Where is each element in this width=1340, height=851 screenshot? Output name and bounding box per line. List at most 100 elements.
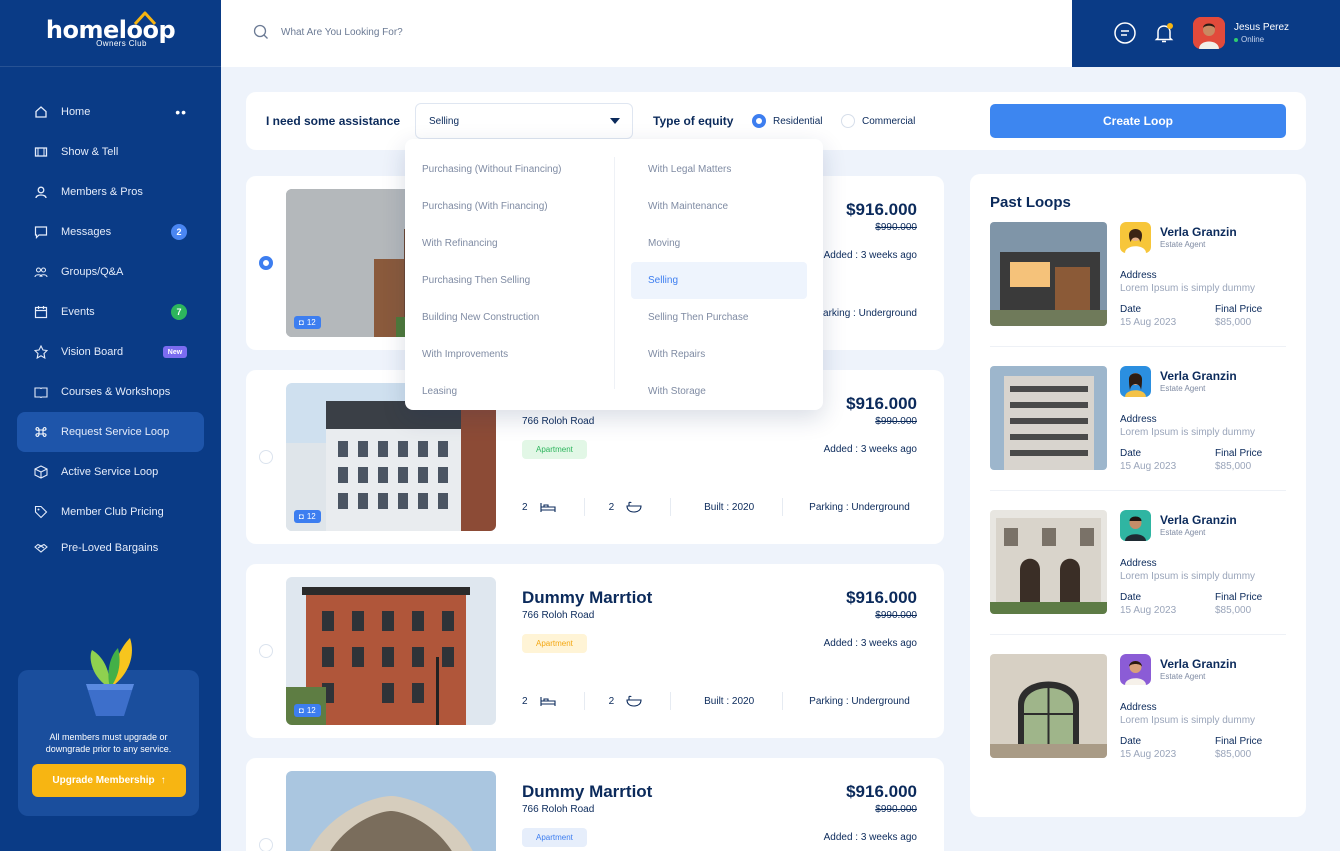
sidebar-item-courses[interactable]: Courses & Workshops bbox=[0, 372, 204, 412]
camera-icon: ◘ bbox=[299, 706, 304, 715]
date-label: Date bbox=[1120, 592, 1142, 603]
sidebar-item-events[interactable]: Events 7 bbox=[0, 292, 204, 332]
sidebar-item-active-service-loop[interactable]: Active Service Loop bbox=[0, 452, 204, 492]
assistance-select[interactable]: Selling bbox=[415, 103, 633, 139]
dropdown-item[interactable]: Purchasing (Without Financing) bbox=[405, 151, 614, 188]
listing-added: Added : 3 weeks ago bbox=[823, 250, 917, 261]
loop-photo[interactable] bbox=[990, 366, 1107, 470]
sidebar-item-home[interactable]: Home •• bbox=[0, 92, 204, 132]
listing-radio[interactable] bbox=[259, 838, 273, 851]
user-icon bbox=[34, 185, 48, 199]
dropdown-item[interactable]: With Maintenance bbox=[631, 188, 807, 225]
user-name[interactable]: Jesus Perez bbox=[1234, 22, 1289, 33]
listing-card[interactable]: Dummy Marrtiot 766 Roloh Road Apartment … bbox=[246, 758, 944, 851]
address-value: Lorem Ipsum is simply dummy bbox=[1120, 283, 1256, 294]
equity-residential-radio[interactable]: Residential bbox=[752, 114, 822, 128]
dropdown-item[interactable]: Purchasing (With Financing) bbox=[405, 188, 614, 225]
agent-role: Estate Agent bbox=[1160, 528, 1206, 537]
upgrade-membership-button[interactable]: Upgrade Membership ↑ bbox=[32, 764, 186, 797]
listing-price: $916.000 bbox=[846, 394, 917, 413]
sidebar-item-groups[interactable]: Groups/Q&A bbox=[0, 252, 204, 292]
agent-name: Verla Granzin bbox=[1160, 513, 1237, 527]
dropdown-item[interactable]: With Storage bbox=[631, 373, 807, 410]
sidebar-item-request-service-loop[interactable]: Request Service Loop bbox=[17, 412, 204, 452]
dropdown-column-right: With Legal Matters With Maintenance Movi… bbox=[631, 151, 807, 410]
assistance-value: Selling bbox=[429, 115, 460, 127]
dropdown-item[interactable]: Purchasing Then Selling bbox=[405, 262, 614, 299]
photo-count: 12 bbox=[306, 512, 316, 521]
sidebar-item-show-tell[interactable]: Show & Tell bbox=[0, 132, 204, 172]
agent-role: Estate Agent bbox=[1160, 240, 1206, 249]
radio-label: Commercial bbox=[862, 115, 916, 127]
create-loop-button[interactable]: Create Loop bbox=[990, 104, 1286, 138]
listing-old-price: $990.000 bbox=[875, 222, 917, 233]
sidebar-item-club-pricing[interactable]: Member Club Pricing bbox=[0, 492, 204, 532]
listing-old-price: $990.000 bbox=[875, 610, 917, 621]
parking-info: Parking : Underground bbox=[816, 307, 917, 319]
user-status: Online bbox=[1234, 35, 1264, 44]
listing-title[interactable]: Dummy Marrtiot bbox=[522, 782, 652, 802]
listing-radio[interactable] bbox=[259, 644, 273, 658]
user-panel: Jesus Perez Online bbox=[1072, 0, 1340, 67]
search-bar[interactable]: What Are You Looking For? bbox=[253, 24, 403, 40]
listing-title[interactable]: Dummy Marrtiot bbox=[522, 588, 652, 608]
photo-count-badge: ◘ 12 bbox=[294, 510, 321, 523]
dropdown-item[interactable]: Building New Construction bbox=[405, 299, 614, 336]
dropdown-item[interactable]: With Repairs bbox=[631, 336, 807, 373]
bath-icon bbox=[626, 501, 642, 513]
beds-count: 2 bbox=[522, 501, 528, 513]
past-loop-item[interactable]: Verla Granzin Estate Agent Address Lorem… bbox=[990, 366, 1286, 510]
dropdown-item[interactable]: With Improvements bbox=[405, 336, 614, 373]
dropdown-item[interactable]: Selling Then Purchase bbox=[631, 299, 807, 336]
listing-added: Added : 3 weeks ago bbox=[823, 444, 917, 455]
agent-avatar bbox=[1120, 366, 1151, 397]
baths-info: 2 bbox=[609, 695, 643, 707]
final-price-label: Final Price bbox=[1215, 448, 1263, 459]
message-icon[interactable] bbox=[1113, 21, 1137, 45]
loop-photo[interactable] bbox=[990, 222, 1107, 326]
date-value: 15 Aug 2023 bbox=[1120, 605, 1177, 616]
past-loop-item[interactable]: Verla Granzin Estate Agent Address Lorem… bbox=[990, 510, 1286, 654]
loop-photo[interactable] bbox=[990, 654, 1107, 758]
search-icon bbox=[253, 24, 268, 39]
agent-role: Estate Agent bbox=[1160, 672, 1206, 681]
dropdown-item[interactable]: Leasing bbox=[405, 373, 614, 410]
search-input[interactable]: What Are You Looking For? bbox=[281, 27, 403, 38]
listing-tag: Apartment bbox=[522, 440, 587, 459]
sidebar-item-vision-board[interactable]: Vision Board New bbox=[0, 332, 204, 372]
dropdown-item[interactable]: With Refinancing bbox=[405, 225, 614, 262]
sidebar-item-messages[interactable]: Messages 2 bbox=[0, 212, 204, 252]
past-loop-item[interactable]: Verla Granzin Estate Agent Address Lorem… bbox=[990, 222, 1286, 366]
listing-card[interactable]: ◘ 12 Dummy Marrtiot 766 Roloh Road Apartm… bbox=[246, 564, 944, 738]
bell-icon[interactable] bbox=[1152, 21, 1176, 45]
equity-label: Type of equity bbox=[653, 114, 734, 128]
sidebar-item-members[interactable]: Members & Pros bbox=[0, 172, 204, 212]
command-icon bbox=[34, 425, 48, 439]
more-icon[interactable]: •• bbox=[175, 104, 187, 120]
agent-name: Verla Granzin bbox=[1160, 225, 1237, 239]
dropdown-item-selected[interactable]: Selling bbox=[631, 262, 807, 299]
listing-radio[interactable] bbox=[259, 450, 273, 464]
avatar[interactable] bbox=[1193, 17, 1225, 49]
box-icon bbox=[34, 465, 48, 479]
beds-count: 2 bbox=[522, 695, 528, 707]
listing-photo[interactable] bbox=[286, 771, 496, 851]
listing-photo[interactable]: ◘ 12 bbox=[286, 577, 496, 725]
roof-icon bbox=[133, 11, 156, 26]
past-loop-item[interactable]: Verla Granzin Estate Agent Address Lorem… bbox=[990, 654, 1286, 798]
dropdown-item[interactable]: Moving bbox=[631, 225, 807, 262]
dropdown-item[interactable]: With Legal Matters bbox=[631, 151, 807, 188]
sidebar-item-label: Messages bbox=[61, 226, 112, 238]
listing-address: 766 Roloh Road bbox=[522, 610, 595, 621]
address-value: Lorem Ipsum is simply dummy bbox=[1120, 571, 1256, 582]
loop-photo[interactable] bbox=[990, 510, 1107, 614]
sidebar-item-bargains[interactable]: Pre-Loved Bargains bbox=[0, 532, 204, 564]
agent-avatar bbox=[1120, 654, 1151, 685]
brand-logo[interactable]: homeloop Owners Club bbox=[46, 11, 176, 48]
listing-radio[interactable] bbox=[259, 256, 273, 270]
equity-commercial-radio[interactable]: Commercial bbox=[841, 114, 915, 128]
sidebar-item-label: Events bbox=[61, 306, 95, 318]
group-icon bbox=[34, 265, 48, 279]
bed-icon bbox=[540, 697, 556, 706]
upgrade-label: Upgrade Membership bbox=[52, 775, 155, 786]
